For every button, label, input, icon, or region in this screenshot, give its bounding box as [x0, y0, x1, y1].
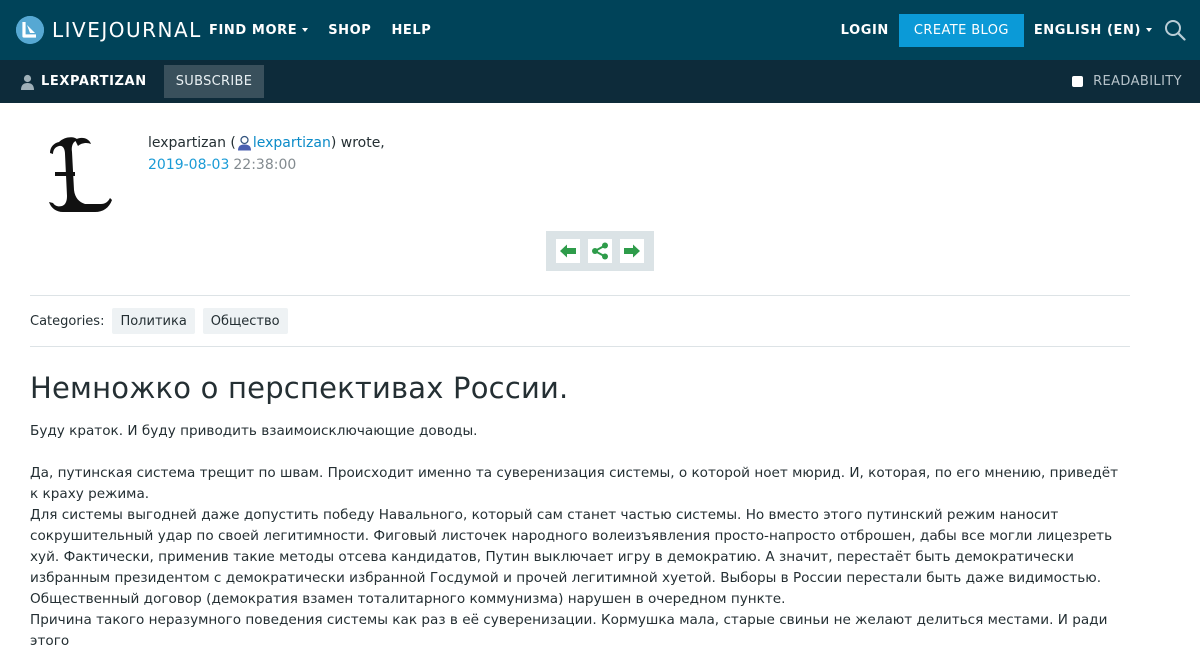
- language-selector[interactable]: ENGLISH (EN): [1034, 23, 1152, 38]
- journal-bar: LEXPARTIZAN SUBSCRIBE READABILITY: [0, 60, 1200, 103]
- divider: [30, 346, 1130, 347]
- entry-paragraph: Причина такого неразумного поведения сис…: [30, 612, 1108, 649]
- entry-categories: Categories: Политика Общество: [30, 308, 288, 334]
- readability-label: READABILITY: [1093, 74, 1182, 89]
- search-icon[interactable]: [1164, 19, 1186, 41]
- byline-wrote: ) wrote,: [330, 135, 385, 151]
- share-button[interactable]: [588, 239, 612, 263]
- journal-user-link[interactable]: LEXPARTIZAN: [20, 60, 147, 103]
- user-icon: [21, 74, 34, 90]
- category-tag[interactable]: Общество: [202, 308, 288, 334]
- livejournal-logo-icon: [16, 16, 44, 44]
- nav-shop-label: SHOP: [328, 22, 372, 38]
- create-blog-label: CREATE BLOG: [913, 22, 1009, 38]
- entry-paragraph: Для системы выгодней даже допустить побе…: [30, 507, 1113, 607]
- main-nav: FIND MORE SHOP HELP: [209, 0, 451, 60]
- logo-text: LIVEJOURNAL: [52, 18, 202, 42]
- journal-username: LEXPARTIZAN: [41, 74, 147, 89]
- chevron-down-icon: [1146, 28, 1152, 32]
- account-nav: LOGIN CREATE BLOG ENGLISH (EN): [841, 0, 1186, 60]
- nav-find-more[interactable]: FIND MORE: [209, 22, 309, 38]
- next-entry-button[interactable]: [620, 239, 644, 263]
- arrow-left-icon: [560, 244, 576, 258]
- previous-entry-button[interactable]: [556, 239, 580, 263]
- arrow-right-icon: [624, 244, 640, 258]
- categories-label: Categories:: [30, 313, 105, 329]
- entry-byline: lexpartizan ( lexpartizan ) wrote,: [148, 135, 385, 151]
- entry-time: 22:38:00: [233, 157, 297, 173]
- author-user-link[interactable]: lexpartizan: [236, 135, 331, 151]
- nav-help[interactable]: HELP: [391, 23, 431, 38]
- subscribe-button[interactable]: SUBSCRIBE: [164, 65, 264, 98]
- livejournal-logo[interactable]: LIVEJOURNAL: [16, 15, 202, 45]
- subscribe-label: SUBSCRIBE: [175, 74, 253, 89]
- entry-dateline: 2019-08-03 22:38:00: [148, 157, 296, 173]
- nav-shop[interactable]: SHOP: [328, 23, 371, 38]
- entry-date-link[interactable]: 2019-08-03: [148, 157, 229, 173]
- nav-find-more-label: FIND MORE: [209, 22, 298, 38]
- entry-navigation: [546, 231, 654, 271]
- author-user-name: lexpartizan: [252, 135, 331, 151]
- chevron-down-icon: [302, 28, 309, 32]
- login-link[interactable]: LOGIN: [841, 23, 889, 38]
- entry-paragraph: Да, путинская система трещит по швам. Пр…: [30, 465, 1119, 502]
- share-icon: [592, 242, 608, 260]
- readability-checkbox[interactable]: [1072, 76, 1084, 87]
- create-blog-button[interactable]: CREATE BLOG: [898, 13, 1024, 47]
- entry-title: Немножко о перспективах России.: [30, 371, 569, 405]
- readability-toggle[interactable]: READABILITY: [1072, 60, 1182, 103]
- entry-paragraph: [30, 442, 1130, 463]
- user-icon: [237, 135, 251, 151]
- byline-paren: (: [225, 135, 236, 151]
- author-name: lexpartizan: [148, 135, 226, 151]
- entry-paragraph: Буду краток. И буду приводить взаимоискл…: [30, 423, 478, 439]
- category-tag[interactable]: Политика: [112, 308, 195, 334]
- userpic-avatar[interactable]: [45, 132, 115, 216]
- nav-help-label: HELP: [391, 22, 432, 38]
- divider: [30, 295, 1130, 296]
- language-label: ENGLISH (EN): [1033, 22, 1141, 38]
- entry-body: Буду краток. И буду приводить взаимоискл…: [30, 421, 1130, 652]
- top-navigation-bar: LIVEJOURNAL FIND MORE SHOP HELP LOGIN CR…: [0, 0, 1200, 60]
